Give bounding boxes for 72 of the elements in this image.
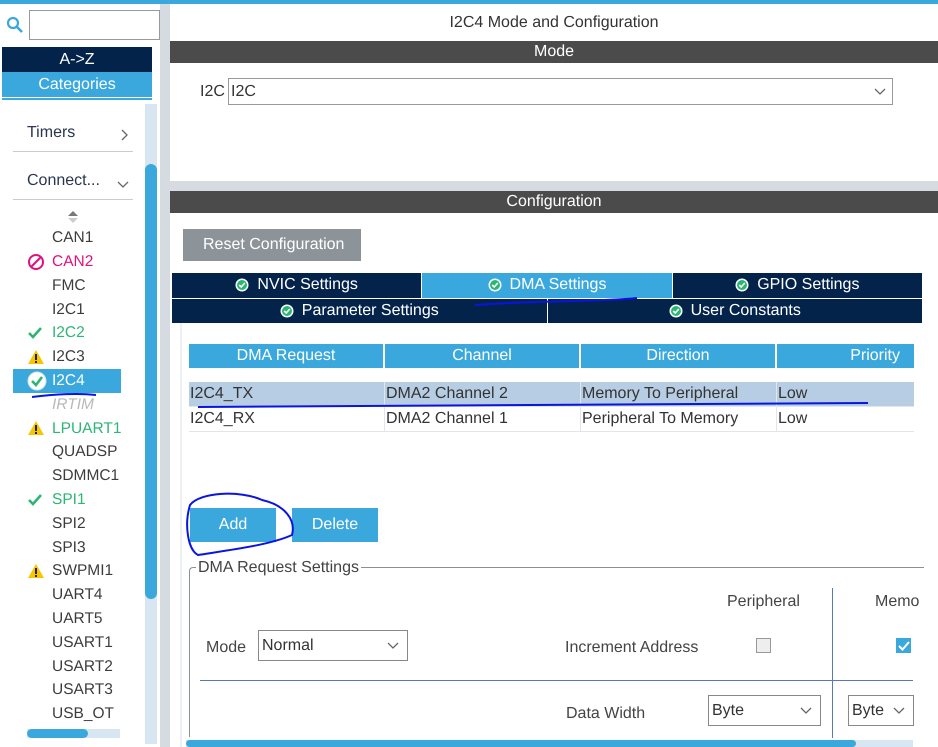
table-cell: DMA2 Channel 1	[385, 407, 581, 431]
chevron-down-icon	[893, 706, 905, 714]
check-icon	[488, 278, 502, 292]
peripheral-item[interactable]: SPI2	[13, 512, 121, 536]
chevron-down-icon	[387, 642, 399, 650]
column-heading: Peripheral	[727, 592, 800, 612]
peripheral-item[interactable]: USART3	[13, 678, 121, 702]
peripheral-item[interactable]: SWPMI1	[13, 559, 121, 583]
column-heading: Memo	[875, 592, 920, 612]
chevron-down-icon[interactable]	[117, 181, 129, 189]
search-field[interactable]	[29, 10, 160, 40]
peripheral-item[interactable]: CAN1	[13, 226, 121, 250]
peripheral-item[interactable]: SPI3	[13, 535, 121, 560]
peripheral-item[interactable]: QUADSP	[13, 440, 121, 464]
peripheral-item[interactable]: UART5	[13, 606, 121, 631]
scrollbar[interactable]	[145, 104, 157, 744]
peripheral-item[interactable]: USART1	[13, 630, 121, 654]
sort-icon[interactable]	[67, 210, 79, 224]
field-label: Data Width	[566, 704, 646, 724]
table-cell-text: Low	[777, 384, 808, 404]
check-icon	[668, 304, 683, 318]
category-label[interactable]: Timers	[13, 121, 76, 145]
peripheral-item[interactable]: FMC	[13, 274, 121, 298]
section-header: Configuration	[170, 191, 938, 213]
peripheral-item[interactable]: I2C3	[13, 344, 121, 369]
chevron-down-icon	[874, 88, 886, 96]
pen-underline	[32, 392, 96, 398]
field-label: I2C	[200, 82, 226, 102]
peripheral-item[interactable]: SDMMC1	[13, 464, 121, 488]
table-cell: Peripheral To Memory	[581, 407, 777, 431]
field-label: Mode	[206, 638, 246, 658]
warning-icon	[27, 348, 45, 365]
settings-tab[interactable]: NVIC Settings	[172, 273, 422, 298]
width-dropdown[interactable]: Byte	[708, 695, 821, 726]
table-row[interactable]: I2C4_RX DMA2 Channel 1 Peripheral To Memory Low	[189, 407, 914, 432]
check-icon	[27, 325, 43, 342]
mode-dropdown[interactable]: Normal	[258, 630, 408, 661]
peripheral-item[interactable]: UART4	[13, 582, 121, 607]
section-header: Mode	[170, 41, 938, 63]
settings-tab[interactable]: GPIO Settings	[672, 273, 922, 298]
settings-tab[interactable]: User Constants	[548, 298, 922, 323]
table-cell: DMA2 Channel 2	[385, 382, 581, 406]
panel-title: I2C4 Mode and Configuration	[448, 12, 660, 32]
warning-icon	[27, 420, 45, 436]
table-cell-text: Low	[777, 409, 808, 429]
peripheral-item[interactable]: CAN2	[13, 250, 121, 274]
mode-dropdown[interactable]: I2C	[228, 78, 893, 105]
settings-tab[interactable]: Parameter Settings	[172, 298, 546, 323]
category-label[interactable]: Connect...	[13, 169, 100, 193]
peripheral-item[interactable]: USB_OT	[13, 702, 121, 726]
peripheral-item[interactable]: USART2	[13, 654, 121, 678]
warning-icon	[27, 563, 45, 580]
peripheral-item[interactable]: I2C1	[13, 297, 121, 322]
check-icon	[735, 278, 750, 292]
chevron-right-icon[interactable]	[121, 129, 129, 141]
chevron-down-icon	[800, 706, 812, 714]
table-row[interactable]: I2C4_TX DMA2 Channel 2 Memory To Peripheral Low	[189, 382, 914, 407]
check-icon	[235, 278, 250, 292]
check-icon	[280, 304, 294, 318]
check-icon	[27, 492, 43, 508]
sort-tab[interactable]: A->Z	[2, 47, 152, 72]
table-cell: I2C4_TX	[189, 382, 385, 406]
checkbox[interactable]	[756, 638, 771, 653]
table-cell: Memory To Peripheral	[581, 382, 777, 406]
checkbox[interactable]	[896, 638, 911, 653]
prohibited-icon	[27, 252, 45, 271]
width-dropdown[interactable]: Byte	[848, 695, 914, 726]
field-label: Increment Address	[565, 638, 698, 658]
scrollbar[interactable]	[27, 728, 120, 738]
table-cell: I2C4_RX	[189, 407, 385, 431]
scrollbar[interactable]	[186, 740, 913, 747]
check-icon	[27, 370, 47, 391]
